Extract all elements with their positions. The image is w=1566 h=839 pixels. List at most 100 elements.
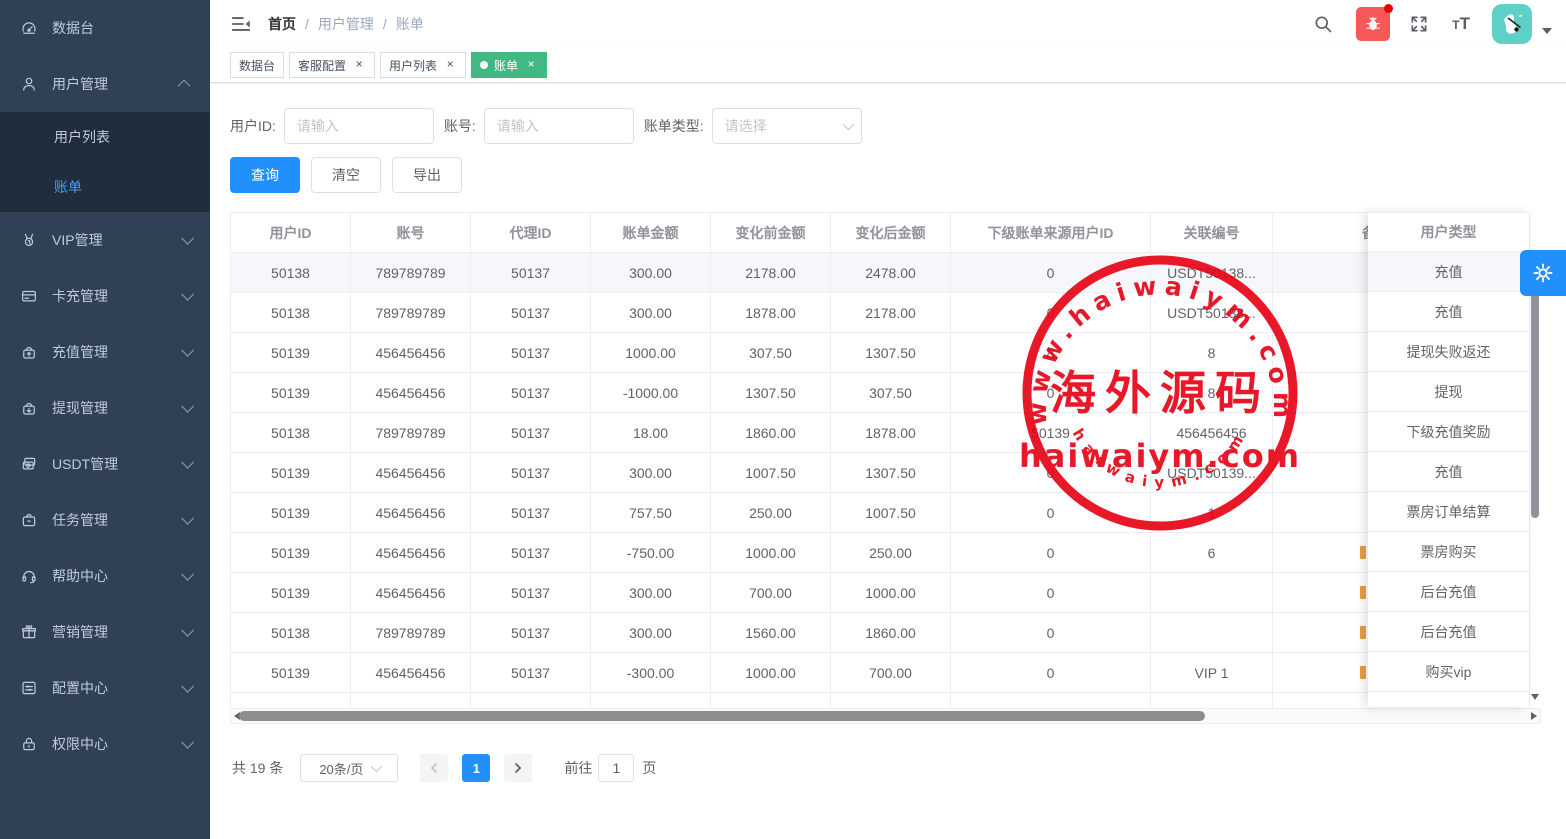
table-row[interactable]: 5013945645645650137-750.001000.00250.000… bbox=[231, 533, 1529, 573]
tab-数据台[interactable]: 数据台 bbox=[230, 52, 284, 78]
pagination-total: 共 19 条 bbox=[232, 758, 283, 778]
table-fixed-column: 用户类型充值充值提现失败返还提现下级充值奖励充值票房订单结算票房购买后台充值后台… bbox=[1368, 212, 1529, 707]
cell-user_id: 50138 bbox=[231, 613, 351, 653]
goto-page-input[interactable] bbox=[598, 754, 634, 782]
cell-after: 1878.00 bbox=[831, 413, 951, 453]
tab-账单[interactable]: 账单 × bbox=[471, 52, 547, 78]
sidebar-item-user[interactable]: 用户管理 bbox=[0, 56, 210, 112]
sidebar-item-usdt[interactable]: USDT管理 bbox=[0, 436, 210, 492]
cell-ref: USDT50138... bbox=[1151, 253, 1273, 293]
column-header-1: 账号 bbox=[351, 213, 471, 253]
breadcrumb-home[interactable]: 首页 bbox=[268, 14, 296, 34]
avatar[interactable] bbox=[1492, 4, 1532, 44]
tab-客服配置[interactable]: 客服配置× bbox=[289, 52, 375, 78]
sidebar-item-recharge[interactable]: 充值管理 bbox=[0, 324, 210, 380]
scroll-down-arrow-icon[interactable] bbox=[1531, 694, 1539, 700]
export-button[interactable]: 导出 bbox=[392, 157, 462, 193]
cell-user_id: 50139 bbox=[231, 333, 351, 373]
error-log-button[interactable] bbox=[1356, 7, 1390, 41]
search-icon[interactable] bbox=[1312, 13, 1334, 35]
page-size-value: 20条/页 bbox=[319, 759, 363, 778]
cell-user-type: 下级充值奖励 bbox=[1368, 412, 1529, 452]
table-row[interactable]: 5013945645645650137-300.001000.00700.000… bbox=[231, 653, 1529, 693]
cell-account: 456456456 bbox=[351, 333, 471, 373]
table-row[interactable]: 5013945645645650137757.50250.001007.5001 bbox=[231, 493, 1529, 533]
sidebar-item-vip[interactable]: VIP管理 bbox=[0, 212, 210, 268]
sidebar-item-label: 任务管理 bbox=[52, 510, 181, 530]
cell-user-type: 票房订单结算 bbox=[1368, 492, 1529, 532]
horizontal-scrollbar-thumb[interactable] bbox=[239, 711, 1205, 721]
bill-type-placeholder: 请选择 bbox=[725, 116, 843, 136]
account-input[interactable] bbox=[484, 108, 634, 144]
help-icon bbox=[20, 567, 38, 585]
page-size-select[interactable]: 20条/页 bbox=[300, 754, 398, 782]
cell-empty bbox=[351, 693, 471, 708]
sidebar-item-task[interactable]: 任务管理 bbox=[0, 492, 210, 548]
next-page-button[interactable] bbox=[504, 754, 532, 782]
table-row[interactable]: 5013878978978950137300.001878.002178.000… bbox=[231, 293, 1529, 333]
vertical-scrollbar-thumb[interactable] bbox=[1531, 259, 1539, 518]
table-row[interactable]: 5013945645645650137300.001007.501307.500… bbox=[231, 453, 1529, 493]
chevron-down-icon bbox=[181, 512, 194, 525]
user-id-input[interactable] bbox=[284, 108, 434, 144]
cell-account: 456456456 bbox=[351, 453, 471, 493]
font-size-icon[interactable]: TT bbox=[1452, 14, 1470, 34]
bill-type-select[interactable]: 请选择 bbox=[712, 108, 862, 144]
avatar-caret-icon[interactable] bbox=[1542, 28, 1552, 34]
cell-empty bbox=[951, 693, 1151, 708]
fullscreen-icon[interactable] bbox=[1408, 13, 1430, 35]
sidebar-item-label: 营销管理 bbox=[52, 622, 181, 642]
close-icon[interactable]: × bbox=[352, 58, 366, 72]
cell-amount: -300.00 bbox=[591, 653, 711, 693]
scroll-right-arrow-icon[interactable] bbox=[1531, 712, 1537, 720]
table-row[interactable]: 5013878978978950137300.001560.001860.000 bbox=[231, 613, 1529, 653]
cell-after: 1860.00 bbox=[831, 613, 951, 653]
clear-button[interactable]: 清空 bbox=[311, 157, 381, 193]
column-header-user-type: 用户类型 bbox=[1368, 212, 1529, 252]
navbar-actions: TT bbox=[1312, 4, 1552, 44]
sidebar-item-permission[interactable]: 权限中心 bbox=[0, 716, 210, 772]
chevron-down-icon bbox=[181, 568, 194, 581]
sidebar-item-card[interactable]: 卡充管理 bbox=[0, 268, 210, 324]
sidebar-item-withdraw[interactable]: 提现管理 bbox=[0, 380, 210, 436]
table-row[interactable]: 5013945645645650137300.00700.001000.000 bbox=[231, 573, 1529, 613]
cell-before: 1878.00 bbox=[711, 293, 831, 333]
prev-page-button[interactable] bbox=[420, 754, 448, 782]
cell-user_id: 50139 bbox=[231, 493, 351, 533]
remark-peek bbox=[1360, 626, 1366, 639]
sidebar-item-dashboard[interactable]: 数据台 bbox=[0, 0, 210, 56]
table-row[interactable]: 5013945645645650137-1000.001307.50307.50… bbox=[231, 373, 1529, 413]
sidebar-item-marketing[interactable]: 营销管理 bbox=[0, 604, 210, 660]
cell-user_id: 50139 bbox=[231, 573, 351, 613]
settings-panel-button[interactable] bbox=[1520, 250, 1566, 296]
cell-ref: 8 bbox=[1151, 333, 1273, 373]
page-number-1[interactable]: 1 bbox=[462, 754, 490, 782]
sidebar-subitem-用户列表[interactable]: 用户列表 bbox=[0, 112, 210, 162]
cell-after: 1000.00 bbox=[831, 573, 951, 613]
cell-empty bbox=[831, 693, 951, 708]
cell-user_id: 50139 bbox=[231, 533, 351, 573]
cell-agent_id: 50137 bbox=[471, 253, 591, 293]
breadcrumb-user-management[interactable]: 用户管理 bbox=[318, 14, 374, 34]
cell-after: 2178.00 bbox=[831, 293, 951, 333]
search-button[interactable]: 查询 bbox=[230, 157, 300, 193]
sidebar-subitem-账单[interactable]: 账单 bbox=[0, 162, 210, 212]
table-row[interactable]: 501387897897895013718.001860.001878.0050… bbox=[231, 413, 1529, 453]
sidebar-item-help[interactable]: 帮助中心 bbox=[0, 548, 210, 604]
cell-source_user: 0 bbox=[951, 293, 1151, 333]
cell-amount: -1000.00 bbox=[591, 373, 711, 413]
tab-用户列表[interactable]: 用户列表× bbox=[380, 52, 466, 78]
cell-user-type: 后台充值 bbox=[1368, 572, 1529, 612]
cell-ref: 6 bbox=[1151, 533, 1273, 573]
close-icon[interactable]: × bbox=[524, 58, 538, 72]
table-row[interactable]: 5013878978978950137300.002178.002478.000… bbox=[231, 253, 1529, 293]
sidebar-fold-icon[interactable] bbox=[230, 13, 252, 35]
cell-user-type: 充值 bbox=[1368, 452, 1529, 492]
horizontal-scrollbar[interactable] bbox=[230, 708, 1541, 724]
table-row[interactable]: 50139456456456501371000.00307.501307.508… bbox=[231, 333, 1529, 373]
tab-label: 账单 bbox=[494, 57, 518, 74]
tab-label: 数据台 bbox=[239, 57, 275, 74]
column-header-3: 账单金额 bbox=[591, 213, 711, 253]
sidebar-item-config[interactable]: 配置中心 bbox=[0, 660, 210, 716]
close-icon[interactable]: × bbox=[443, 58, 457, 72]
